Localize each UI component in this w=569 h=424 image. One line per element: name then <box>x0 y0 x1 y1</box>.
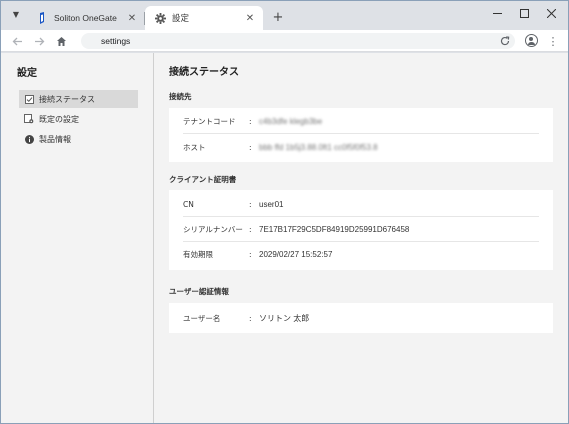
card-client-certificate: CN : user01 シリアルナンバー : 7E17B17F29C5DF849… <box>169 190 553 270</box>
sidebar-item-label: 既定の設定 <box>39 114 79 124</box>
url-text: settings <box>101 36 131 46</box>
row-value: bbb ffd 1b5j3.88.0ft1 cc0f5f0f53.8 <box>259 142 378 152</box>
row-value: ソリトン 太郎 <box>259 313 310 323</box>
row-colon: : <box>249 200 252 209</box>
back-arrow-icon[interactable] <box>9 33 25 49</box>
section-label-client-certificate: クライアント証明書 <box>169 175 237 184</box>
row-value: 2029/02/27 15:52:57 <box>259 249 333 259</box>
browser-window: ▼ Soliton OneGate ✕ 設定 ✕ + settings ⋮ 設定… <box>0 0 569 424</box>
card-destination: テナントコード : c4b3dfe klegb3be ホスト : bbb ffd… <box>169 108 553 162</box>
row-label: CN <box>183 200 194 209</box>
sidebar-item-default-settings[interactable]: 既定の設定 <box>19 110 138 128</box>
row-label: テナントコード <box>183 117 236 126</box>
onegate-logo-icon <box>35 11 49 25</box>
row-label: 有効期限 <box>183 249 213 259</box>
maximize-icon[interactable] <box>510 5 538 21</box>
row-colon: : <box>249 117 252 126</box>
minimize-icon[interactable] <box>483 5 511 21</box>
row-label: ホスト <box>183 142 206 152</box>
info-row-username: ユーザー名 : ソリトン 太郎 <box>183 306 539 330</box>
row-colon: : <box>249 249 252 259</box>
browser-toolbar: settings ⋮ <box>1 30 568 52</box>
tab-settings[interactable]: 設定 ✕ <box>145 6 263 30</box>
reload-icon[interactable] <box>498 33 512 49</box>
home-icon[interactable] <box>53 33 69 49</box>
info-row-serial-number: シリアルナンバー : 7E17B17F29C5DF84919D25991D676… <box>183 218 539 242</box>
sidebar-item-label: 製品情報 <box>39 134 71 144</box>
address-bar[interactable]: settings <box>81 33 515 49</box>
row-label: シリアルナンバー <box>183 225 243 234</box>
section-label-user-auth: ユーザー認証情報 <box>169 287 229 296</box>
more-menu-icon[interactable]: ⋮ <box>548 33 559 49</box>
tab-title: 設定 <box>172 13 190 23</box>
close-icon[interactable]: ✕ <box>125 11 139 25</box>
info-row-host: ホスト : bbb ffd 1b5j3.88.0ft1 cc0f5f0f53.8 <box>183 135 539 159</box>
row-colon: : <box>249 225 252 234</box>
gear-icon <box>153 11 167 25</box>
close-icon[interactable]: ✕ <box>243 11 257 25</box>
sidebar-title: 設定 <box>17 68 37 79</box>
sidebar-item-label: 接続ステータス <box>39 94 95 104</box>
section-label-destination: 接続先 <box>169 92 192 101</box>
row-colon: : <box>249 313 252 323</box>
settings-doc-icon <box>24 114 34 124</box>
tab-search-icon[interactable]: ▼ <box>10 9 22 21</box>
card-user-auth: ユーザー名 : ソリトン 太郎 <box>169 303 553 333</box>
new-tab-icon[interactable]: + <box>271 10 285 25</box>
row-label: ユーザー名 <box>183 313 221 323</box>
sidebar-item-product-info[interactable]: 製品情報 <box>19 130 138 148</box>
sidebar-item-connection-status[interactable]: 接続ステータス <box>19 90 138 108</box>
info-row-cn: CN : user01 <box>183 193 539 217</box>
info-row-tenant-code: テナントコード : c4b3dfe klegb3be <box>183 110 539 134</box>
settings-page: 設定 接続ステータス 既定の設定 製品情報 接続ステータス 接続先 テナントコー… <box>1 53 568 423</box>
main-panel: 接続ステータス 接続先 テナントコード : c4b3dfe klegb3be ホ… <box>155 53 568 423</box>
tab-title: Soliton OneGate <box>54 13 117 23</box>
page-title: 接続ステータス <box>169 67 239 78</box>
sidebar: 設定 接続ステータス 既定の設定 製品情報 <box>1 53 154 423</box>
row-value: c4b3dfe klegb3be <box>259 117 323 126</box>
row-value: user01 <box>259 200 284 209</box>
row-colon: : <box>249 142 252 152</box>
row-value: 7E17B17F29C5DF84919D25991D676458 <box>259 225 410 234</box>
checkbox-icon <box>24 94 34 104</box>
info-row-expiry-date: 有効期限 : 2029/02/27 15:52:57 <box>183 242 539 266</box>
tab-onegate[interactable]: Soliton OneGate ✕ <box>27 6 145 30</box>
tab-strip: ▼ Soliton OneGate ✕ 設定 ✕ + <box>1 1 568 30</box>
window-close-icon[interactable] <box>537 5 565 21</box>
profile-avatar-icon[interactable] <box>525 34 538 47</box>
forward-arrow-icon[interactable] <box>31 33 47 49</box>
info-icon <box>24 134 34 144</box>
